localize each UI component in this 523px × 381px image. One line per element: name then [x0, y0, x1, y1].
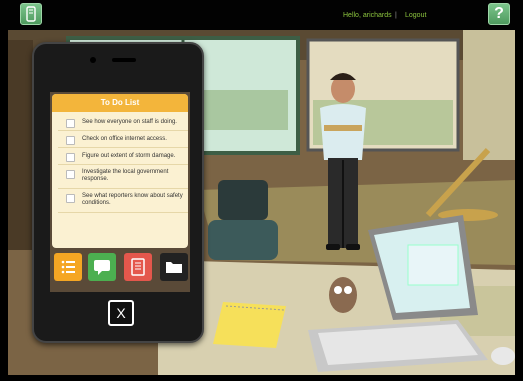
todo-item-label: See what reporters know about safety con… — [82, 193, 183, 206]
messages-app-button[interactable] — [88, 253, 116, 281]
chat-icon — [94, 260, 110, 275]
todo-item-label: Check on office internet access. — [82, 136, 167, 142]
notebook-app-button[interactable] — [124, 253, 152, 281]
list-app-button[interactable] — [54, 253, 82, 281]
app-dock — [52, 253, 190, 287]
top-bar: Hello, arichards | Logout ? — [0, 0, 523, 30]
todo-item-label: Figure out extent of storm damage. — [82, 153, 176, 159]
todo-item[interactable]: See what reporters know about safety con… — [58, 189, 188, 213]
todo-list: See how everyone on staff is doing. Chec… — [58, 114, 188, 213]
help-button[interactable]: ? — [488, 3, 510, 25]
todo-item[interactable]: Check on office internet access. — [58, 131, 188, 148]
phone-speaker — [112, 58, 136, 62]
todo-card: To Do List See how everyone on staff is … — [52, 94, 188, 248]
checkbox[interactable] — [66, 194, 75, 203]
todo-title: To Do List — [52, 94, 188, 112]
checkbox[interactable] — [66, 136, 75, 145]
todo-item[interactable]: Figure out extent of storm damage. — [58, 148, 188, 165]
greeting-text: Hello, arichards — [343, 12, 392, 19]
todo-item[interactable]: Investigate the local government respons… — [58, 165, 188, 189]
phone-camera — [90, 57, 96, 63]
phone-screen: To Do List See how everyone on staff is … — [50, 92, 190, 292]
checkbox[interactable] — [66, 153, 75, 162]
notebook-icon — [131, 258, 145, 276]
checkbox[interactable] — [66, 170, 75, 179]
phone-icon — [26, 6, 36, 22]
todo-item-label: Investigate the local government respons… — [82, 169, 169, 182]
todo-item[interactable]: See how everyone on staff is doing. — [58, 114, 188, 131]
folder-icon — [166, 262, 182, 273]
list-icon — [61, 260, 75, 274]
close-button[interactable]: X — [108, 300, 134, 326]
todo-item-label: See how everyone on staff is doing. — [82, 119, 177, 125]
phone-button[interactable] — [20, 3, 42, 25]
header-separator: | — [395, 12, 397, 19]
logout-link[interactable]: Logout — [405, 12, 426, 19]
folder-app-button[interactable] — [160, 253, 188, 281]
checkbox[interactable] — [66, 119, 75, 128]
smartphone-panel: To Do List See how everyone on staff is … — [32, 42, 204, 343]
